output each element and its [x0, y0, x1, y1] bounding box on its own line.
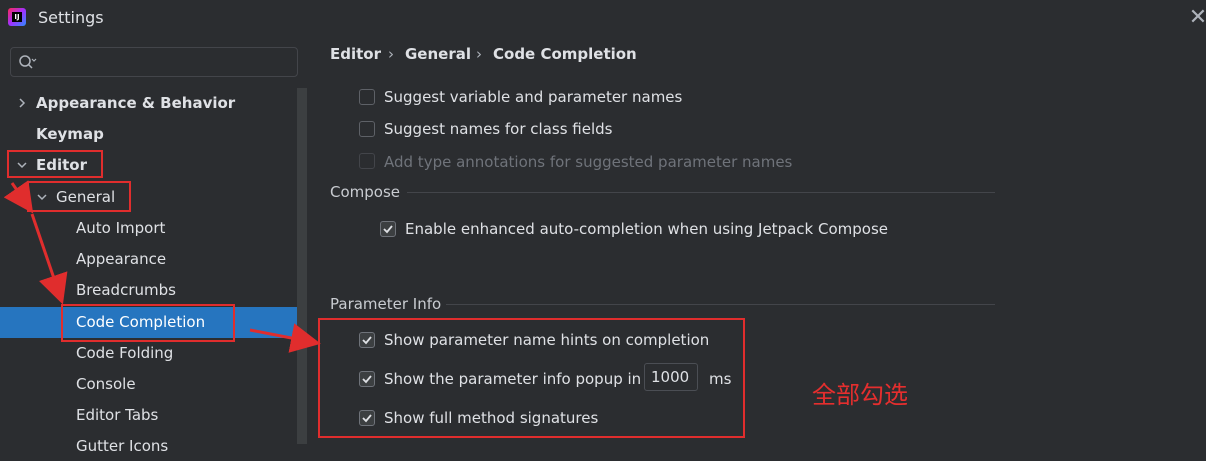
- arrow-to-parameter-info: [249, 323, 321, 353]
- arrow-general-to-code-completion: [30, 213, 68, 305]
- annotation-arrows: [3, 180, 321, 353]
- arrow-editor-to-general: [3, 180, 34, 214]
- annotation-text: 全部勾选: [812, 381, 908, 409]
